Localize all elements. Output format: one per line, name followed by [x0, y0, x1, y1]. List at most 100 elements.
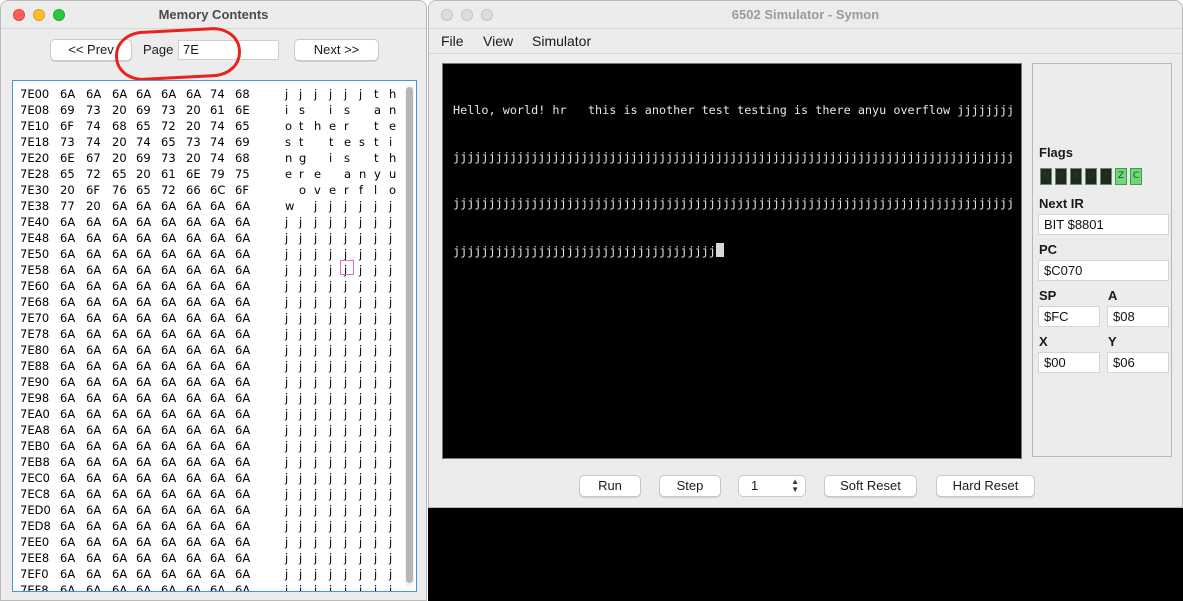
memory-byte[interactable]: 6A — [161, 343, 176, 357]
memory-byte[interactable]: 6A — [235, 551, 250, 565]
memory-byte[interactable]: 6A — [136, 439, 151, 453]
memory-byte[interactable]: 6A — [86, 247, 101, 261]
memory-byte[interactable]: 6A — [136, 423, 151, 437]
memory-scroll-thumb[interactable] — [406, 87, 413, 583]
memory-byte[interactable]: 6A — [60, 503, 75, 517]
memory-byte[interactable]: 6A — [86, 503, 101, 517]
memory-byte[interactable]: 6A — [60, 439, 75, 453]
memory-byte[interactable]: 6F — [60, 119, 74, 133]
memory-byte[interactable]: 6A — [210, 263, 225, 277]
memory-byte[interactable]: 74 — [210, 135, 225, 149]
memory-byte[interactable]: 6A — [112, 343, 127, 357]
memory-byte[interactable]: 6A — [60, 231, 75, 245]
memory-byte[interactable]: 74 — [210, 119, 225, 133]
memory-row[interactable]: 7E48 6A 6A 6A 6A 6A 6A 6A 6A j j j j j j j j — [13, 229, 416, 245]
memory-byte[interactable]: 20 — [112, 135, 127, 149]
memory-byte[interactable]: 6A — [112, 487, 127, 501]
memory-byte[interactable]: 6E — [60, 151, 75, 165]
memory-byte[interactable]: 6A — [210, 407, 225, 421]
memory-byte[interactable]: 6E — [186, 167, 201, 181]
memory-row[interactable]: 7EA0 6A 6A 6A 6A 6A 6A 6A 6A j j j j j j j j — [13, 405, 416, 421]
run-button[interactable]: Run — [579, 475, 641, 497]
memory-byte[interactable]: 6A — [235, 247, 250, 261]
memory-byte[interactable]: 20 — [186, 103, 201, 117]
memory-byte[interactable]: 6A — [86, 583, 101, 591]
memory-byte[interactable]: 6A — [210, 567, 225, 581]
memory-byte[interactable]: 6A — [86, 87, 101, 101]
memory-byte[interactable]: 6A — [136, 87, 151, 101]
memory-byte[interactable]: 72 — [161, 183, 176, 197]
memory-byte[interactable]: 6A — [210, 231, 225, 245]
memory-row[interactable]: 7E40 6A 6A 6A 6A 6A 6A 6A 6A j j j j j j j j — [13, 213, 416, 229]
memory-byte[interactable]: 6A — [235, 343, 250, 357]
memory-byte[interactable]: 6A — [86, 407, 101, 421]
memory-byte[interactable]: 6A — [136, 407, 151, 421]
memory-byte[interactable]: 6A — [60, 455, 75, 469]
memory-row[interactable]: 7E50 6A 6A 6A 6A 6A 6A 6A 6A j j j j j j j j — [13, 245, 416, 261]
memory-byte[interactable]: 6A — [86, 471, 101, 485]
memory-byte[interactable]: 6A — [86, 231, 101, 245]
next-page-button[interactable]: Next >> — [294, 39, 379, 61]
memory-row[interactable]: 7E30 20 6F 76 65 72 66 6C 6F overflo — [13, 181, 416, 197]
memory-byte[interactable]: 6A — [112, 551, 127, 565]
memory-byte[interactable]: 66 — [186, 183, 201, 197]
memory-byte[interactable]: 6A — [112, 231, 127, 245]
memory-byte[interactable]: 6A — [161, 423, 176, 437]
memory-byte[interactable]: 6A — [210, 375, 225, 389]
memory-byte[interactable]: 6A — [235, 215, 250, 229]
memory-byte[interactable]: 6A — [186, 407, 201, 421]
memory-row[interactable]: 7E78 6A 6A 6A 6A 6A 6A 6A 6A j j j j j j j j — [13, 325, 416, 341]
memory-byte[interactable]: 6A — [60, 535, 75, 549]
memory-byte[interactable]: 6A — [136, 551, 151, 565]
memory-byte[interactable]: 6A — [186, 423, 201, 437]
memory-byte[interactable]: 74 — [210, 87, 225, 101]
minimize-icon[interactable] — [461, 9, 473, 21]
memory-byte[interactable]: 6A — [161, 439, 176, 453]
memory-byte[interactable]: 6A — [60, 311, 75, 325]
memory-byte[interactable]: 6A — [86, 359, 101, 373]
memory-row[interactable]: 7EB8 6A 6A 6A 6A 6A 6A 6A 6A j j j j j j j j — [13, 453, 416, 469]
memory-byte[interactable]: 6A — [186, 455, 201, 469]
memory-byte[interactable]: 6A — [210, 471, 225, 485]
memory-byte[interactable]: 72 — [161, 119, 176, 133]
memory-byte[interactable]: 6A — [235, 439, 250, 453]
memory-byte[interactable]: 6A — [235, 199, 250, 213]
memory-byte[interactable]: 20 — [112, 151, 127, 165]
memory-byte[interactable]: 6A — [186, 199, 201, 213]
memory-byte[interactable]: 6A — [235, 583, 250, 591]
memory-byte[interactable]: 6A — [86, 343, 101, 357]
memory-byte[interactable]: 20 — [136, 167, 151, 181]
memory-byte[interactable]: 6A — [186, 439, 201, 453]
simulator-window-titlebar[interactable]: 6502 Simulator - Symon — [429, 1, 1182, 29]
memory-byte[interactable]: 6A — [161, 199, 176, 213]
memory-byte[interactable]: 74 — [136, 135, 151, 149]
memory-byte[interactable]: 6A — [86, 519, 101, 533]
memory-byte[interactable]: 6A — [210, 359, 225, 373]
memory-byte[interactable]: 6A — [112, 455, 127, 469]
memory-row[interactable]: 7E68 6A 6A 6A 6A 6A 6A 6A 6A j j j j j j j j — [13, 293, 416, 309]
memory-byte[interactable]: 6A — [161, 583, 176, 591]
memory-byte[interactable]: 77 — [60, 199, 75, 213]
memory-byte[interactable]: 6A — [210, 439, 225, 453]
memory-window-titlebar[interactable]: Memory Contents — [1, 1, 426, 29]
memory-byte[interactable]: 65 — [112, 167, 127, 181]
memory-byte[interactable]: 61 — [161, 167, 176, 181]
memory-byte[interactable]: 69 — [136, 151, 151, 165]
memory-byte[interactable]: 6A — [186, 375, 201, 389]
memory-byte[interactable]: 6A — [186, 87, 201, 101]
memory-row[interactable]: 7E00 6A 6A 6A 6A 6A 6A 74 68 j j j j j j t h — [13, 85, 416, 101]
memory-row[interactable]: 7EC8 6A 6A 6A 6A 6A 6A 6A 6A j j j j j j j j — [13, 485, 416, 501]
memory-byte[interactable]: 6A — [86, 439, 101, 453]
memory-byte[interactable]: 6A — [210, 535, 225, 549]
memory-byte[interactable]: 6A — [86, 279, 101, 293]
memory-byte[interactable]: 6A — [136, 471, 151, 485]
memory-byte[interactable]: 6A — [161, 231, 176, 245]
zoom-icon[interactable] — [53, 9, 65, 21]
memory-byte[interactable]: 6A — [210, 311, 225, 325]
memory-byte[interactable]: 6A — [136, 311, 151, 325]
memory-byte[interactable]: 6A — [210, 391, 225, 405]
memory-byte[interactable]: 20 — [186, 151, 201, 165]
memory-byte[interactable]: 6A — [186, 583, 201, 591]
memory-byte[interactable]: 6A — [136, 279, 151, 293]
memory-byte[interactable]: 6A — [186, 295, 201, 309]
